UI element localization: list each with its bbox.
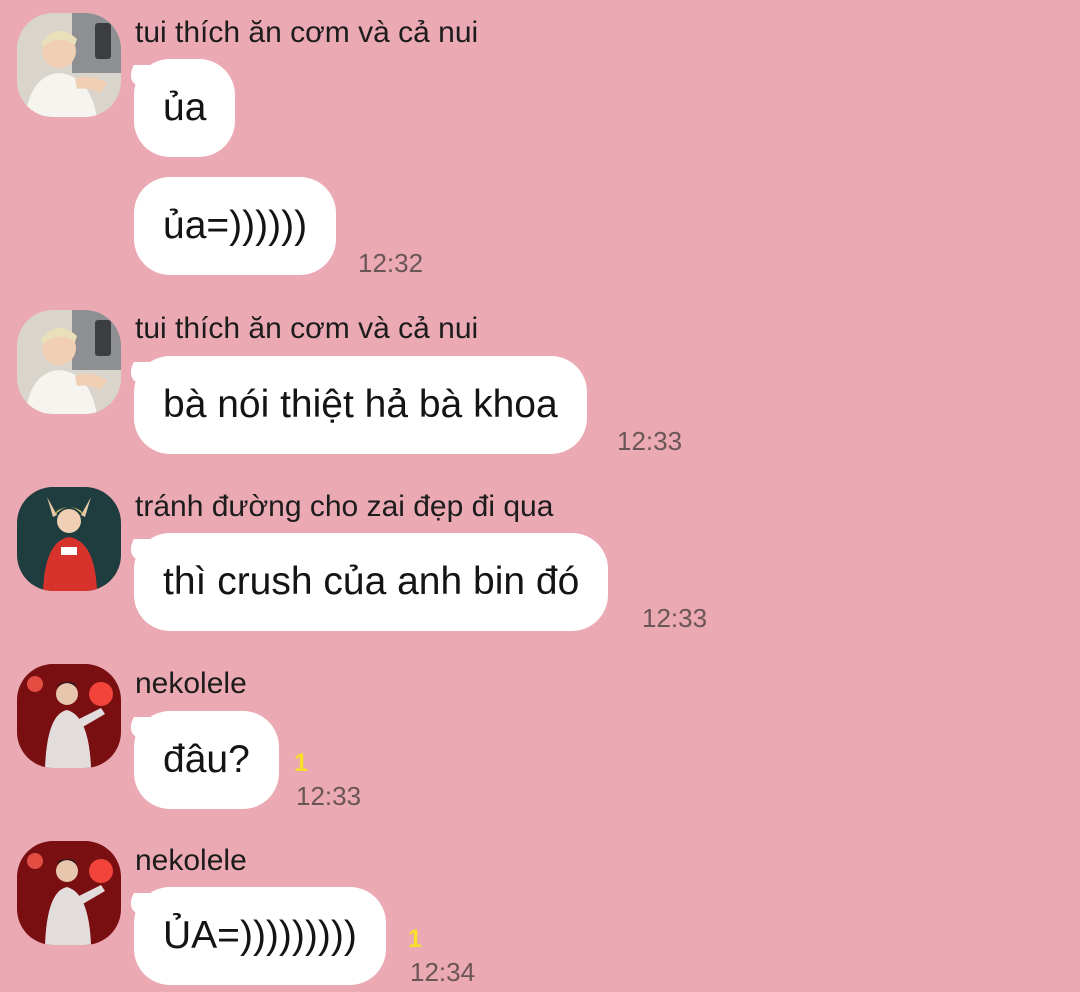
- sender-avatar[interactable]: [17, 487, 121, 591]
- message-timestamp: 12:32: [358, 248, 424, 278]
- sender-avatar[interactable]: [17, 664, 121, 768]
- message-bubble[interactable]: đâu?: [134, 711, 279, 809]
- message-bubble[interactable]: ỦA=))))))))): [134, 887, 386, 985]
- message-timestamp: 12:34: [410, 957, 476, 987]
- message-timestamp: 12:33: [296, 781, 362, 811]
- sender-name: nekolele: [135, 667, 247, 700]
- avatar-photo: [17, 841, 121, 945]
- avatar-photo: [17, 310, 121, 414]
- sender-avatar[interactable]: [17, 841, 121, 945]
- message-timestamp: 12:33: [642, 603, 708, 633]
- message-timestamp: 12:33: [617, 426, 683, 456]
- sender-avatar[interactable]: [17, 310, 121, 414]
- sender-name: tui thích ăn cơm và cả nui: [135, 16, 479, 49]
- message-bubble[interactable]: ủa: [134, 59, 236, 157]
- avatar-photo: [17, 13, 121, 117]
- sender-name: nekolele: [135, 844, 247, 877]
- message-bubble[interactable]: ủa=)))))): [134, 177, 337, 275]
- message-bubble[interactable]: bà nói thiệt hả bà khoa: [134, 356, 587, 454]
- message-bubble[interactable]: thì crush của anh bin đó: [134, 533, 609, 631]
- avatar-photo: [17, 487, 121, 591]
- sender-avatar[interactable]: [17, 13, 121, 117]
- avatar-photo: [17, 664, 121, 768]
- unread-count-badge: 1: [408, 925, 422, 953]
- unread-count-badge: 1: [294, 749, 308, 777]
- sender-name: tránh đường cho zai đẹp đi qua: [135, 490, 554, 523]
- sender-name: tui thích ăn cơm và cả nui: [135, 312, 479, 345]
